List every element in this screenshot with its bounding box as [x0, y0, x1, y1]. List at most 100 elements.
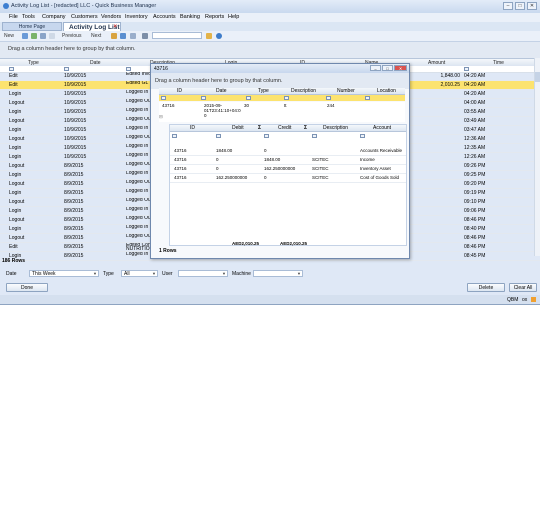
- line-filter-account-icon[interactable]: [360, 134, 365, 138]
- dlg-column-date[interactable]: Date: [216, 88, 227, 94]
- app-icon: [3, 3, 9, 9]
- line-column-credit[interactable]: Credit: [278, 125, 291, 131]
- dlg-filter-location-icon[interactable]: [365, 96, 370, 100]
- print-icon[interactable]: [111, 33, 117, 39]
- journal-line-row[interactable]: 43716 162.250000000 0 SCITEC Cost of Goods S…: [170, 174, 406, 183]
- cell-time: 09:19 PM: [464, 190, 486, 196]
- line-cell-account: Income: [360, 157, 375, 162]
- journal-detail-dialog: 43716 – □ ✕ Drag a column header here to…: [150, 63, 410, 259]
- cell-date: 8/9/2015: [64, 244, 84, 250]
- menu-help[interactable]: Help: [228, 14, 239, 20]
- dlg-column-description[interactable]: Description: [291, 88, 316, 94]
- refresh-icon[interactable]: [40, 33, 46, 39]
- menu-inventory[interactable]: Inventory: [125, 14, 148, 20]
- find-icon[interactable]: [142, 33, 148, 39]
- close-button[interactable]: ✕: [527, 2, 537, 10]
- cell-date: 10/9/2015: [64, 136, 87, 142]
- dialog-row[interactable]: 43716 2015-09- 01T23:41:10+04:0 0 30 tt …: [159, 102, 405, 122]
- new-button[interactable]: New: [4, 33, 14, 39]
- dialog-group-by-panel[interactable]: Drag a column header here to group by th…: [151, 73, 409, 89]
- scroll-thumb[interactable]: [535, 72, 540, 82]
- grid-scrollbar[interactable]: [534, 58, 540, 256]
- date-filter-select[interactable]: This Week ▼: [29, 270, 99, 277]
- menu-tools[interactable]: Tools: [22, 14, 35, 20]
- maximize-button[interactable]: □: [515, 2, 525, 10]
- new-dropdown-icon[interactable]: [22, 33, 28, 39]
- menu-vendors[interactable]: Vendors: [101, 14, 121, 20]
- dlg-filter-desc-icon[interactable]: [284, 96, 289, 100]
- menu-banking[interactable]: Banking: [180, 14, 200, 20]
- dlg-filter-date-icon[interactable]: [201, 96, 206, 100]
- journal-line-row[interactable]: 43716 0 1848.00 SCITEC Income: [170, 156, 406, 165]
- dlg-filter-type-icon[interactable]: [246, 96, 251, 100]
- dlg-filter-id-icon[interactable]: [161, 96, 166, 100]
- menu-file[interactable]: File: [9, 14, 18, 20]
- next-button[interactable]: Next: [91, 33, 101, 39]
- cell-time: 09:20 PM: [464, 181, 486, 187]
- dlg-cell-type: 30: [244, 103, 250, 108]
- journal-lines-grid: ID Debit Σ Credit Σ Description Account …: [169, 124, 407, 246]
- options-icon[interactable]: [130, 33, 136, 39]
- delete-button[interactable]: Delete: [467, 283, 505, 292]
- dialog-close-button[interactable]: ✕: [394, 65, 407, 71]
- line-cell-credit: 162.250000000: [264, 166, 296, 171]
- line-column-id[interactable]: ID: [190, 125, 195, 131]
- minimize-button[interactable]: –: [503, 2, 513, 10]
- search-input[interactable]: [152, 32, 202, 39]
- menu-customers[interactable]: Customers: [71, 14, 98, 20]
- line-filter-desc-icon[interactable]: [312, 134, 317, 138]
- cell-date: 10/9/2015: [64, 145, 87, 151]
- done-button[interactable]: Done: [6, 283, 48, 292]
- line-column-debit[interactable]: Debit: [232, 125, 244, 131]
- date-filter-label: Date: [6, 271, 17, 277]
- line-filter-debit-icon[interactable]: [216, 134, 221, 138]
- filter-time-icon[interactable]: [464, 67, 469, 71]
- expand-icon[interactable]: ⊟: [159, 114, 163, 119]
- dlg-column-location[interactable]: Location: [377, 88, 396, 94]
- dlg-column-type[interactable]: Type: [258, 88, 269, 94]
- dialog-minimize-button[interactable]: –: [370, 65, 381, 71]
- notification-icon[interactable]: [531, 297, 536, 302]
- cell-time: 09:26 PM: [464, 163, 486, 169]
- cell-time: 09:25 PM: [464, 172, 486, 178]
- type-filter-select[interactable]: All ▼: [121, 270, 158, 277]
- menu-accounts[interactable]: Accounts: [153, 14, 176, 20]
- dlg-column-number[interactable]: Number: [337, 88, 355, 94]
- cell-type: Edit: [9, 73, 18, 79]
- dlg-cell-id: 43716: [162, 103, 175, 108]
- cell-date: 8/9/2015: [64, 163, 84, 169]
- filter-type-icon[interactable]: [9, 67, 14, 71]
- cell-type: Edit: [9, 244, 18, 250]
- line-column-account[interactable]: Account: [373, 125, 391, 131]
- line-filter-id-icon[interactable]: [172, 134, 177, 138]
- filter-description-icon[interactable]: [126, 67, 131, 71]
- journal-line-row[interactable]: 43716 0 162.250000000 SCITEC Inventory Asset: [170, 165, 406, 174]
- dlg-filter-number-icon[interactable]: [326, 96, 331, 100]
- dialog-maximize-button[interactable]: □: [382, 65, 393, 71]
- dlg-column-id[interactable]: ID: [177, 88, 182, 94]
- line-filter-credit-icon[interactable]: [264, 134, 269, 138]
- filter-date-icon[interactable]: [64, 67, 69, 71]
- previous-button[interactable]: Previous: [62, 33, 81, 39]
- line-column-description[interactable]: Description: [323, 125, 348, 131]
- cell-type: Login: [9, 190, 22, 196]
- export-icon[interactable]: [120, 33, 126, 39]
- folder-icon[interactable]: [206, 33, 212, 39]
- sum-icon: Σ: [304, 125, 308, 131]
- clear-all-button[interactable]: Clear All: [509, 283, 537, 292]
- tab-home-page[interactable]: Home Page: [2, 22, 62, 31]
- user-filter-select[interactable]: ▼: [178, 270, 228, 277]
- close-doc-icon[interactable]: [49, 33, 55, 39]
- help-icon[interactable]: [216, 33, 222, 39]
- menu-company[interactable]: Company: [42, 14, 66, 20]
- group-by-panel[interactable]: Drag a column header here to group by th…: [0, 42, 540, 58]
- save-icon[interactable]: [31, 33, 37, 39]
- dialog-group-hint: Drag a column header here to group by th…: [155, 78, 283, 84]
- date-filter-value: This Week: [32, 271, 56, 277]
- machine-filter-select[interactable]: ▼: [253, 270, 303, 277]
- cell-date: 8/9/2015: [64, 199, 84, 205]
- line-cell-credit: 0: [264, 148, 267, 153]
- menu-reports[interactable]: Reports: [205, 14, 224, 20]
- journal-line-row[interactable]: 43716 1848.00 0 Accounts Receivable: [170, 147, 406, 156]
- application-window: Activity Log List - [redacted] LLC - Qui…: [0, 0, 540, 305]
